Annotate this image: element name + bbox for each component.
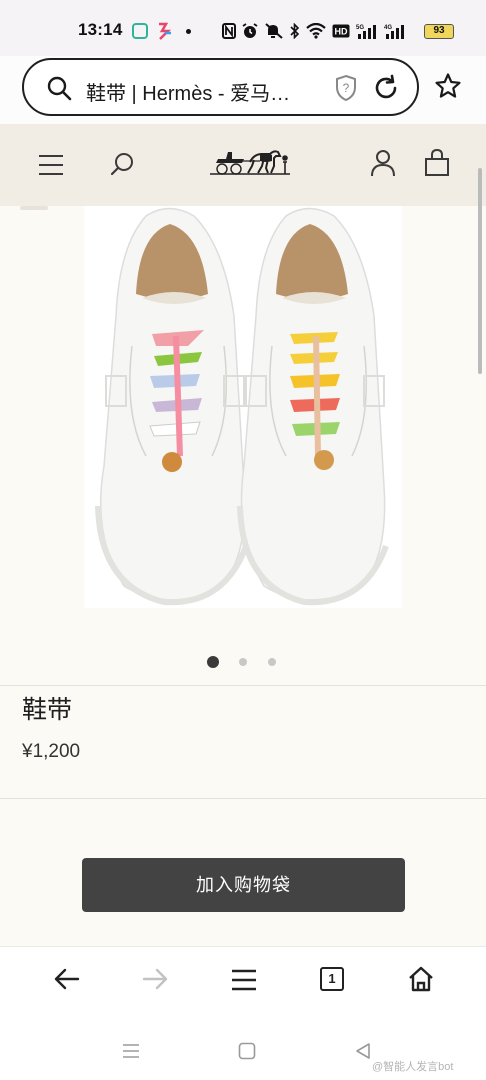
alarm-icon — [242, 23, 258, 38]
search-icon[interactable] — [110, 151, 136, 182]
forward-arrow-icon[interactable] — [142, 967, 168, 996]
add-to-bag-button[interactable]: 加入购物袋 — [82, 858, 405, 912]
svg-text:?: ? — [343, 81, 350, 95]
nfc-icon — [222, 23, 236, 39]
product-price: ¥1,200 — [22, 741, 81, 762]
url-text[interactable]: 鞋带 | Hermès - 爱马… — [86, 77, 316, 106]
home-icon[interactable] — [407, 965, 435, 998]
carousel-dot[interactable] — [268, 658, 276, 666]
product-image[interactable] — [84, 206, 402, 608]
signal-5g-icon: 5G — [356, 25, 376, 39]
bluetooth-icon — [290, 23, 300, 39]
svg-text:HD: HD — [335, 27, 348, 37]
svg-text:5G: 5G — [356, 25, 364, 31]
status-bar: 13:14 HD 5G 4G 93 — [0, 0, 486, 56]
watermark: @智能人发言bot — [372, 1061, 454, 1073]
recent-apps-icon[interactable] — [122, 1042, 140, 1065]
tabs-icon[interactable]: 1 — [320, 967, 344, 991]
status-icons: HD 5G 4G — [222, 20, 406, 42]
hd-icon: HD — [332, 24, 350, 38]
wifi-icon — [306, 23, 326, 39]
back-button-icon[interactable] — [354, 1042, 372, 1065]
carousel-dots — [0, 656, 486, 668]
signal-4g-icon: 4G — [384, 25, 404, 39]
mute-icon — [265, 23, 283, 39]
address-bar[interactable]: 鞋带 | Hermès - 爱马… ? — [22, 58, 419, 116]
more-notifications-dot — [186, 29, 191, 34]
home-button-icon[interactable] — [238, 1042, 256, 1065]
scrollbar-thumb[interactable] — [478, 168, 482, 374]
shopping-bag-icon[interactable] — [424, 148, 450, 182]
product-name: 鞋带 — [22, 696, 73, 724]
browser-address-area: 鞋带 | Hermès - 爱马… ? — [0, 56, 486, 124]
star-icon[interactable] — [434, 72, 462, 105]
svg-text:4G: 4G — [384, 25, 392, 31]
hermes-logo[interactable] — [208, 144, 292, 183]
shield-question-icon[interactable]: ? — [334, 74, 358, 107]
app-notification-icon — [132, 23, 148, 39]
browser-toolbar: 1 — [0, 946, 486, 1026]
clock: 13:14 — [78, 20, 123, 39]
battery-indicator: 93 — [424, 24, 454, 39]
search-icon — [46, 75, 72, 106]
divider — [0, 685, 486, 686]
app-notification-icon-2 — [156, 22, 172, 40]
menu-icon[interactable] — [38, 154, 64, 181]
divider — [0, 798, 486, 799]
carousel-dot[interactable] — [239, 658, 247, 666]
account-icon[interactable] — [370, 149, 396, 182]
tab-count: 1 — [320, 967, 344, 991]
back-arrow-icon[interactable] — [54, 967, 80, 996]
menu-icon[interactable] — [231, 969, 257, 996]
reload-icon[interactable] — [372, 74, 400, 107]
carousel-dot-active[interactable] — [207, 656, 219, 668]
carousel-top-indicator — [20, 206, 48, 210]
site-header — [0, 124, 486, 206]
system-navigation-bar: @智能人发言bot — [0, 1026, 486, 1080]
